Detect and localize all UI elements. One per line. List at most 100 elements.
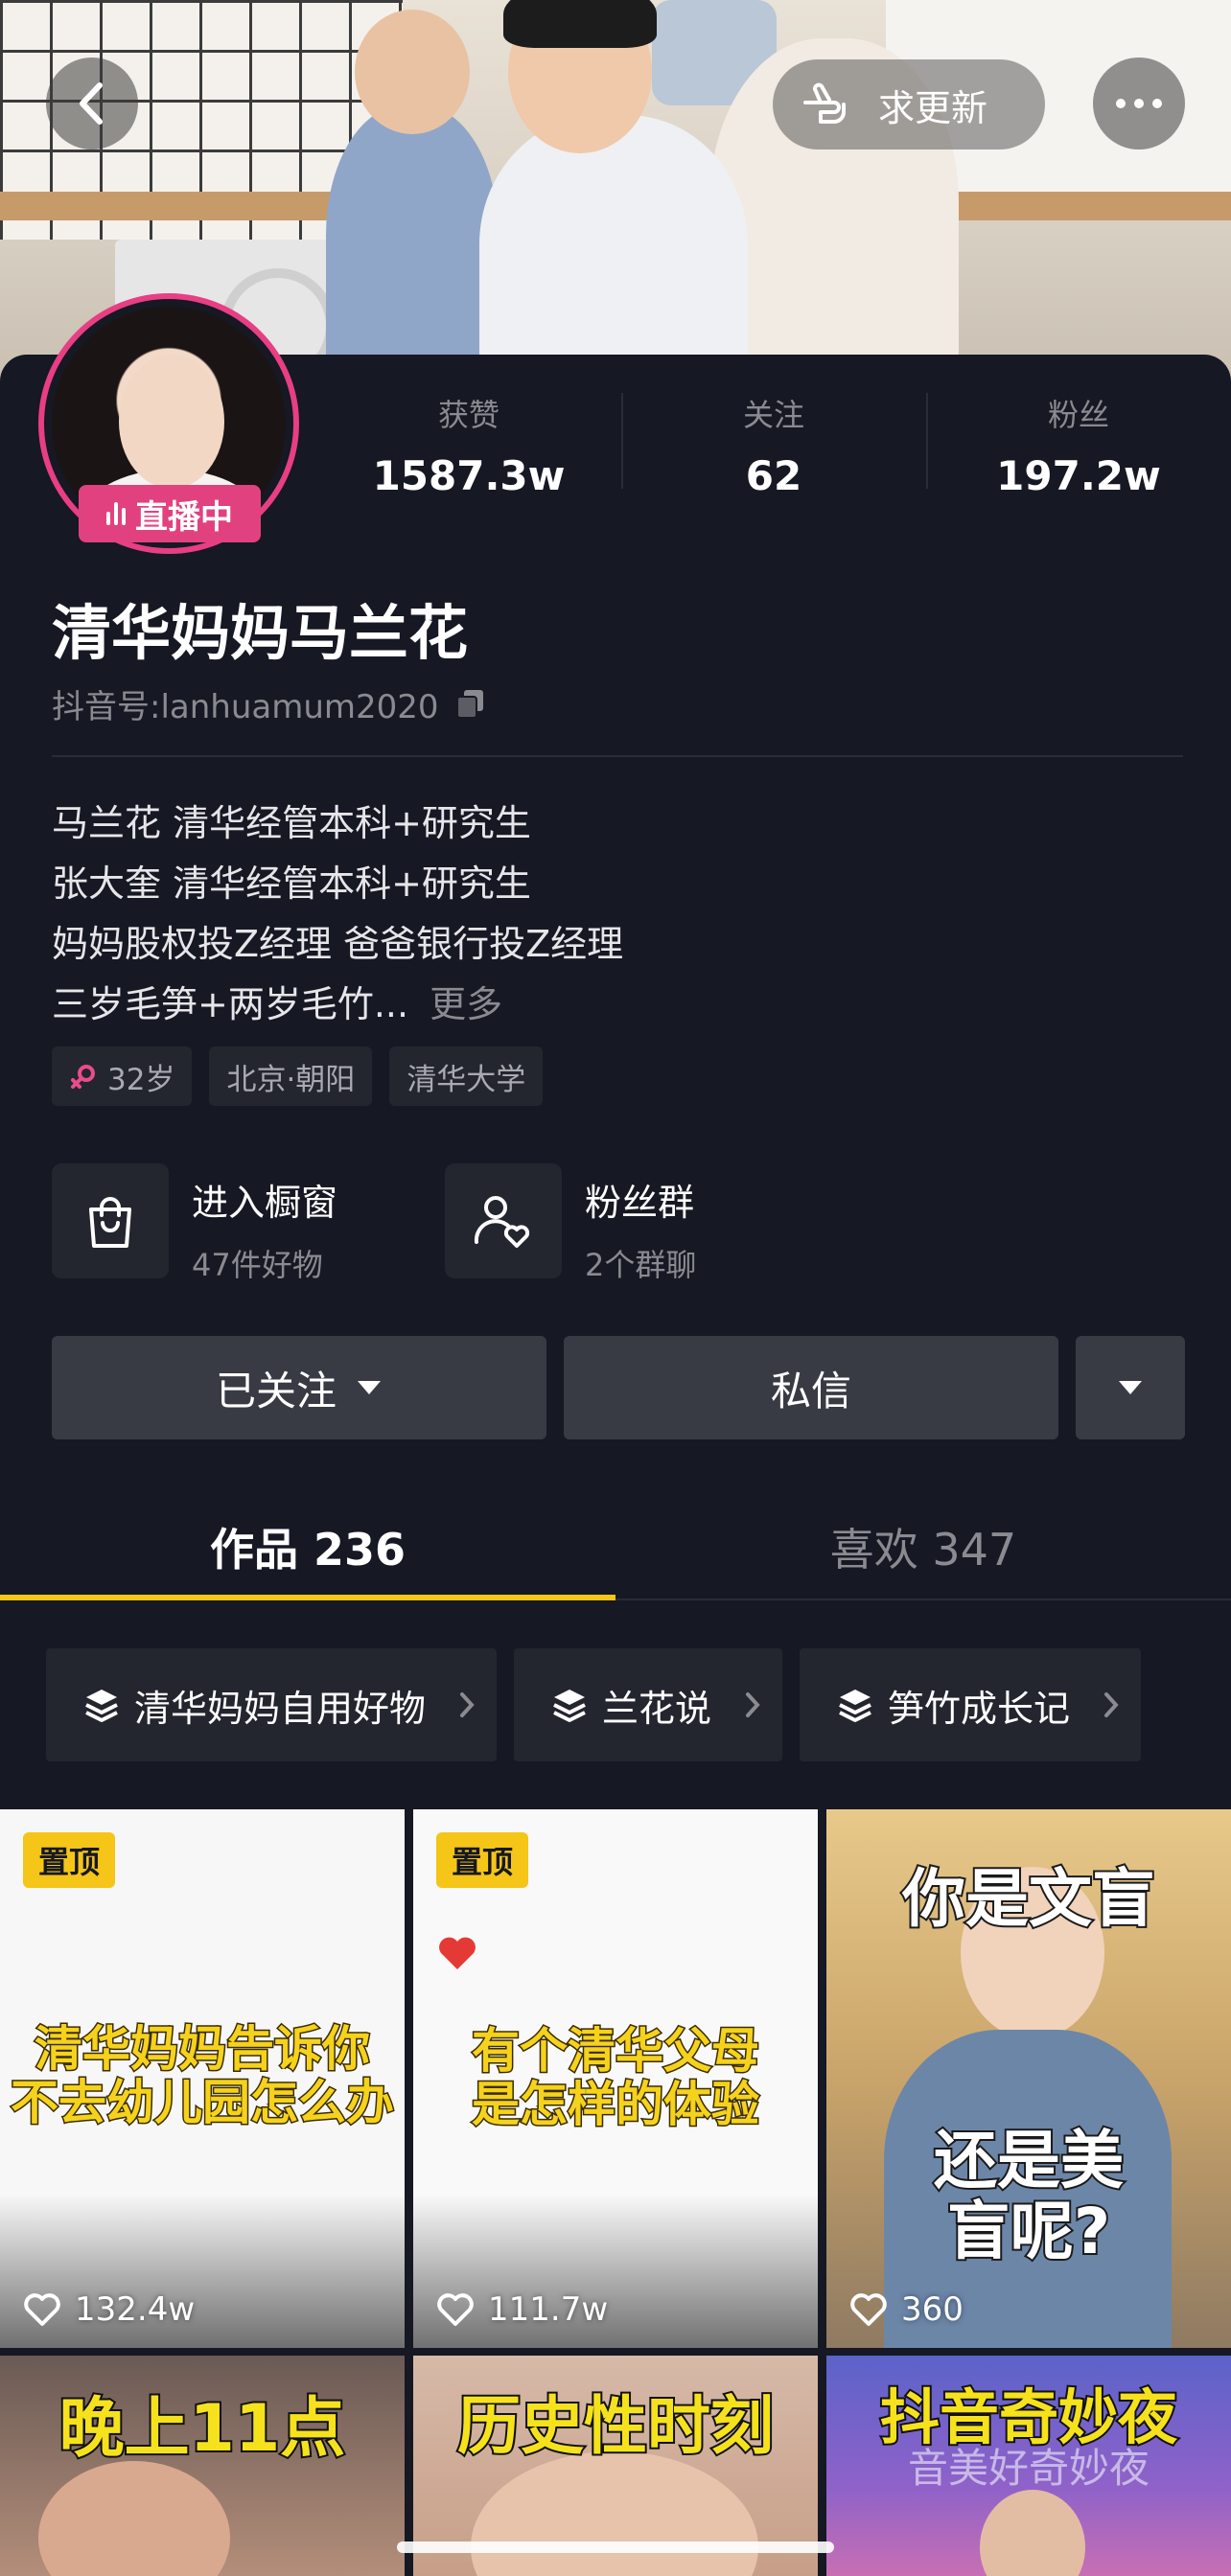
fan-group-entry[interactable]: 粉丝群 2个群聊 (445, 1163, 696, 1285)
profile-stats: 获赞 1587.3w 关注 62 粉丝 197.2w (316, 383, 1231, 518)
recommend-dropdown-button[interactable] (1076, 1336, 1185, 1439)
profile-bio[interactable]: 马兰花 清华经管本科+研究生 张大奎 清华经管本科+研究生 妈妈股权投Z经理 爸… (52, 794, 623, 1035)
profile-name: 清华妈妈马兰花 (52, 598, 469, 668)
profile-tags: 32岁 北京·朝阳 清华大学 (52, 1046, 544, 1106)
banner-child-1 (326, 105, 499, 383)
chevron-right-icon (746, 1692, 760, 1717)
home-indicator[interactable] (397, 2542, 834, 2553)
douyin-id-text: 抖音号:lanhuamum2020 (52, 688, 439, 726)
shop-window-entry[interactable]: 进入橱窗 47件好物 (52, 1163, 337, 1285)
fan-group-subtitle: 2个群聊 (585, 1247, 697, 1283)
request-update-button[interactable]: 求更新 (773, 59, 1045, 150)
video-caption: 历史性时刻 (455, 2387, 776, 2465)
video-thumb[interactable]: 音美好奇妙夜 抖音奇妙夜 (826, 2356, 1231, 2576)
collection-label: 兰花说 (602, 1687, 712, 1730)
like-count-value: 132.4w (75, 2290, 196, 2329)
layers-icon (553, 1690, 586, 1722)
tab-likes[interactable]: 喜欢 347 (616, 1495, 1231, 1598)
chevron-left-icon (80, 82, 103, 125)
like-count-value: 360 (901, 2290, 964, 2329)
video-caption: 还是美 盲呢? (932, 2124, 1126, 2269)
pinned-badge: 置顶 (436, 1832, 529, 1888)
banner-father-hair (503, 0, 657, 48)
message-button[interactable]: 私信 (564, 1336, 1058, 1439)
hand-pointer-icon (803, 82, 846, 124)
divider (52, 755, 1183, 757)
video-caption: 你是文盲 (900, 1860, 1157, 1938)
collection-item[interactable]: 兰花说 (514, 1648, 783, 1761)
caret-down-icon (1119, 1381, 1142, 1394)
tag-location: 北京·朝阳 (209, 1046, 373, 1106)
tag-age: 32岁 (52, 1046, 193, 1106)
like-count: 360 (849, 2290, 964, 2329)
stat-label: 关注 (742, 397, 804, 433)
bio-more-link[interactable]: 更多 (430, 983, 502, 1025)
bio-line: 妈妈股权投Z经理 爸爸银行投Z经理 (52, 923, 624, 965)
video-thumb[interactable]: 有个清华父母 是怎样的体验 置顶 111.7w (413, 1809, 818, 2348)
video-caption: 清华妈妈告诉你 不去幼儿园怎么办 (10, 2021, 396, 2131)
bio-line-last: 三岁毛笋+两岁毛竹... 更多 (52, 975, 623, 1035)
shop-window-title: 进入橱窗 (192, 1182, 338, 1224)
more-dots-icon (1116, 99, 1162, 108)
layers-icon (85, 1690, 118, 1722)
action-row: 已关注 私信 (52, 1336, 1185, 1439)
bio-line: 张大奎 清华经管本科+研究生 (52, 862, 531, 905)
following-button[interactable]: 已关注 (52, 1336, 546, 1439)
like-count: 111.7w (436, 2290, 608, 2329)
live-label: 直播中 (135, 497, 233, 537)
thumb-person (471, 2451, 758, 2576)
video-caption: 有个清华父母 是怎样的体验 (471, 2023, 761, 2133)
banner-child-1-head (355, 10, 470, 134)
video-caption: 抖音奇妙夜 (878, 2380, 1179, 2454)
pinned-badge: 置顶 (23, 1832, 116, 1888)
chevron-right-icon (1104, 1692, 1119, 1717)
like-count-value: 111.7w (488, 2290, 609, 2329)
collection-label: 笋竹成长记 (888, 1687, 1071, 1730)
thumb-person (38, 2461, 230, 2576)
layers-icon (839, 1690, 871, 1722)
tab-works[interactable]: 作品 236 (0, 1495, 616, 1600)
fan-group-icon (445, 1163, 562, 1278)
female-icon (71, 1065, 95, 1089)
tag-school[interactable]: 清华大学 (389, 1046, 544, 1106)
following-label: 已关注 (215, 1367, 337, 1414)
more-options-button[interactable] (1093, 58, 1185, 150)
shop-window-subtitle: 47件好物 (192, 1247, 323, 1283)
content-tabs: 作品 236 喜欢 347 (0, 1495, 1231, 1600)
back-button[interactable] (46, 58, 138, 150)
collection-item[interactable]: 笋竹成长记 (800, 1648, 1142, 1761)
video-thumb[interactable]: 清华妈妈告诉你 不去幼儿园怎么办 置顶 132.4w (0, 1809, 405, 2348)
stat-value: 197.2w (996, 452, 1161, 499)
tag-label: 北京·朝阳 (226, 1062, 356, 1097)
collections-row: 清华妈妈自用好物 兰花说 笋竹成长记 (46, 1648, 1142, 1761)
stat-value: 62 (745, 452, 802, 499)
chevron-right-icon (460, 1692, 475, 1717)
live-bars-icon (106, 502, 126, 525)
banner-father (479, 115, 748, 383)
stat-followers[interactable]: 粉丝 197.2w (926, 383, 1231, 518)
thumb-person (980, 2490, 1085, 2576)
shopping-bag-icon (52, 1163, 169, 1278)
tag-label: 32岁 (107, 1062, 175, 1097)
request-update-label: 求更新 (878, 86, 988, 129)
copy-icon[interactable] (454, 688, 487, 721)
tag-label: 清华大学 (406, 1062, 526, 1097)
caret-down-icon (358, 1381, 381, 1394)
like-count: 132.4w (23, 2290, 195, 2329)
douyin-id[interactable]: 抖音号:lanhuamum2020 (52, 680, 487, 727)
stat-label: 粉丝 (1047, 397, 1109, 433)
stat-following[interactable]: 关注 62 (621, 383, 926, 518)
heart-icon (850, 2293, 887, 2326)
heart-icon (24, 2293, 60, 2326)
fan-group-title: 粉丝群 (585, 1182, 695, 1224)
avatar-face (119, 355, 224, 489)
video-thumb[interactable]: 你是文盲 还是美 盲呢? 360 (826, 1809, 1231, 2348)
video-caption: 晚上11点 (58, 2389, 348, 2469)
live-badge[interactable]: 直播中 (79, 485, 261, 542)
bio-line: 马兰花 清华经管本科+研究生 (52, 802, 531, 844)
stat-value: 1587.3w (372, 452, 566, 499)
stat-likes[interactable]: 获赞 1587.3w (316, 383, 621, 518)
collection-item[interactable]: 清华妈妈自用好物 (46, 1648, 498, 1761)
stat-label: 获赞 (437, 397, 499, 433)
video-thumb[interactable]: 晚上11点 (0, 2356, 405, 2576)
